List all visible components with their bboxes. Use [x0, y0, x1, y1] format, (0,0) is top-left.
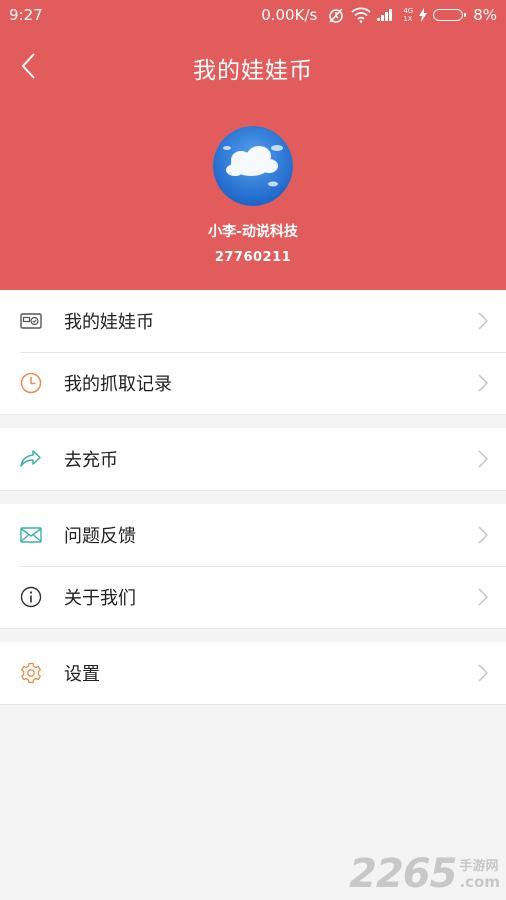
chevron-right-icon [478, 588, 488, 606]
network-type-bottom: 1X [403, 15, 413, 23]
info-icon [20, 586, 42, 608]
menu-group-support: 问题反馈 关于我们 [0, 504, 506, 629]
menu-label-recharge: 去充币 [64, 450, 118, 471]
menu-label-about-us: 关于我们 [64, 588, 136, 609]
share-arrow-icon [20, 448, 42, 470]
signal-icon [377, 8, 397, 22]
menu-item-recharge[interactable]: 去充币 [0, 428, 506, 490]
status-bar: 9:27 0.00K/s 4G 1X 8% [0, 0, 506, 30]
menu-group-recharge: 去充币 [0, 428, 506, 491]
menu-item-settings[interactable]: 设置 [0, 642, 506, 704]
menu-group-settings: 设置 [0, 642, 506, 705]
battery-level: 8% [473, 6, 497, 24]
battery-icon [433, 9, 467, 21]
menu-label-my-coins: 我的娃娃币 [64, 312, 154, 333]
wifi-icon [351, 7, 371, 23]
watermark-domain: .com [459, 873, 500, 891]
user-id: 27760211 [214, 250, 292, 265]
menu-group-account: 我的娃娃币 我的抓取记录 [0, 290, 506, 415]
site-watermark: 2265 手游网 .com [349, 854, 500, 894]
menu-label-grab-records: 我的抓取记录 [64, 374, 172, 395]
network-type-top: 4G [403, 7, 414, 15]
status-time: 9:27 [9, 6, 43, 24]
profile-header: 9:27 0.00K/s 4G 1X 8% 我的娃娃币 小李-动说科技 2776… [0, 0, 506, 290]
page-title: 我的娃娃币 [193, 58, 313, 84]
chevron-right-icon [478, 374, 488, 392]
chevron-right-icon [478, 526, 488, 544]
gear-icon [20, 662, 42, 684]
watermark-site-cn: 手游网 [459, 859, 499, 874]
menu-item-about-us[interactable]: 关于我们 [0, 566, 506, 628]
chevron-right-icon [478, 664, 488, 682]
menu-item-grab-records[interactable]: 我的抓取记录 [0, 352, 506, 414]
chevron-right-icon [478, 312, 488, 330]
username: 小李-动说科技 [208, 224, 298, 240]
menu-item-feedback[interactable]: 问题反馈 [0, 504, 506, 566]
alarm-icon [327, 6, 345, 24]
watermark-number: 2265 [349, 851, 457, 897]
menu-item-my-coins[interactable]: 我的娃娃币 [0, 290, 506, 352]
mail-icon [20, 524, 42, 546]
avatar[interactable] [213, 126, 293, 206]
menu-label-feedback: 问题反馈 [64, 526, 136, 547]
net-speed: 0.00K/s [261, 6, 318, 24]
charging-icon [419, 8, 428, 22]
chevron-right-icon [478, 450, 488, 468]
wallet-icon [20, 310, 42, 332]
clock-icon [20, 372, 42, 394]
menu-label-settings: 设置 [64, 664, 100, 685]
network-type: 4G 1X [403, 7, 413, 23]
